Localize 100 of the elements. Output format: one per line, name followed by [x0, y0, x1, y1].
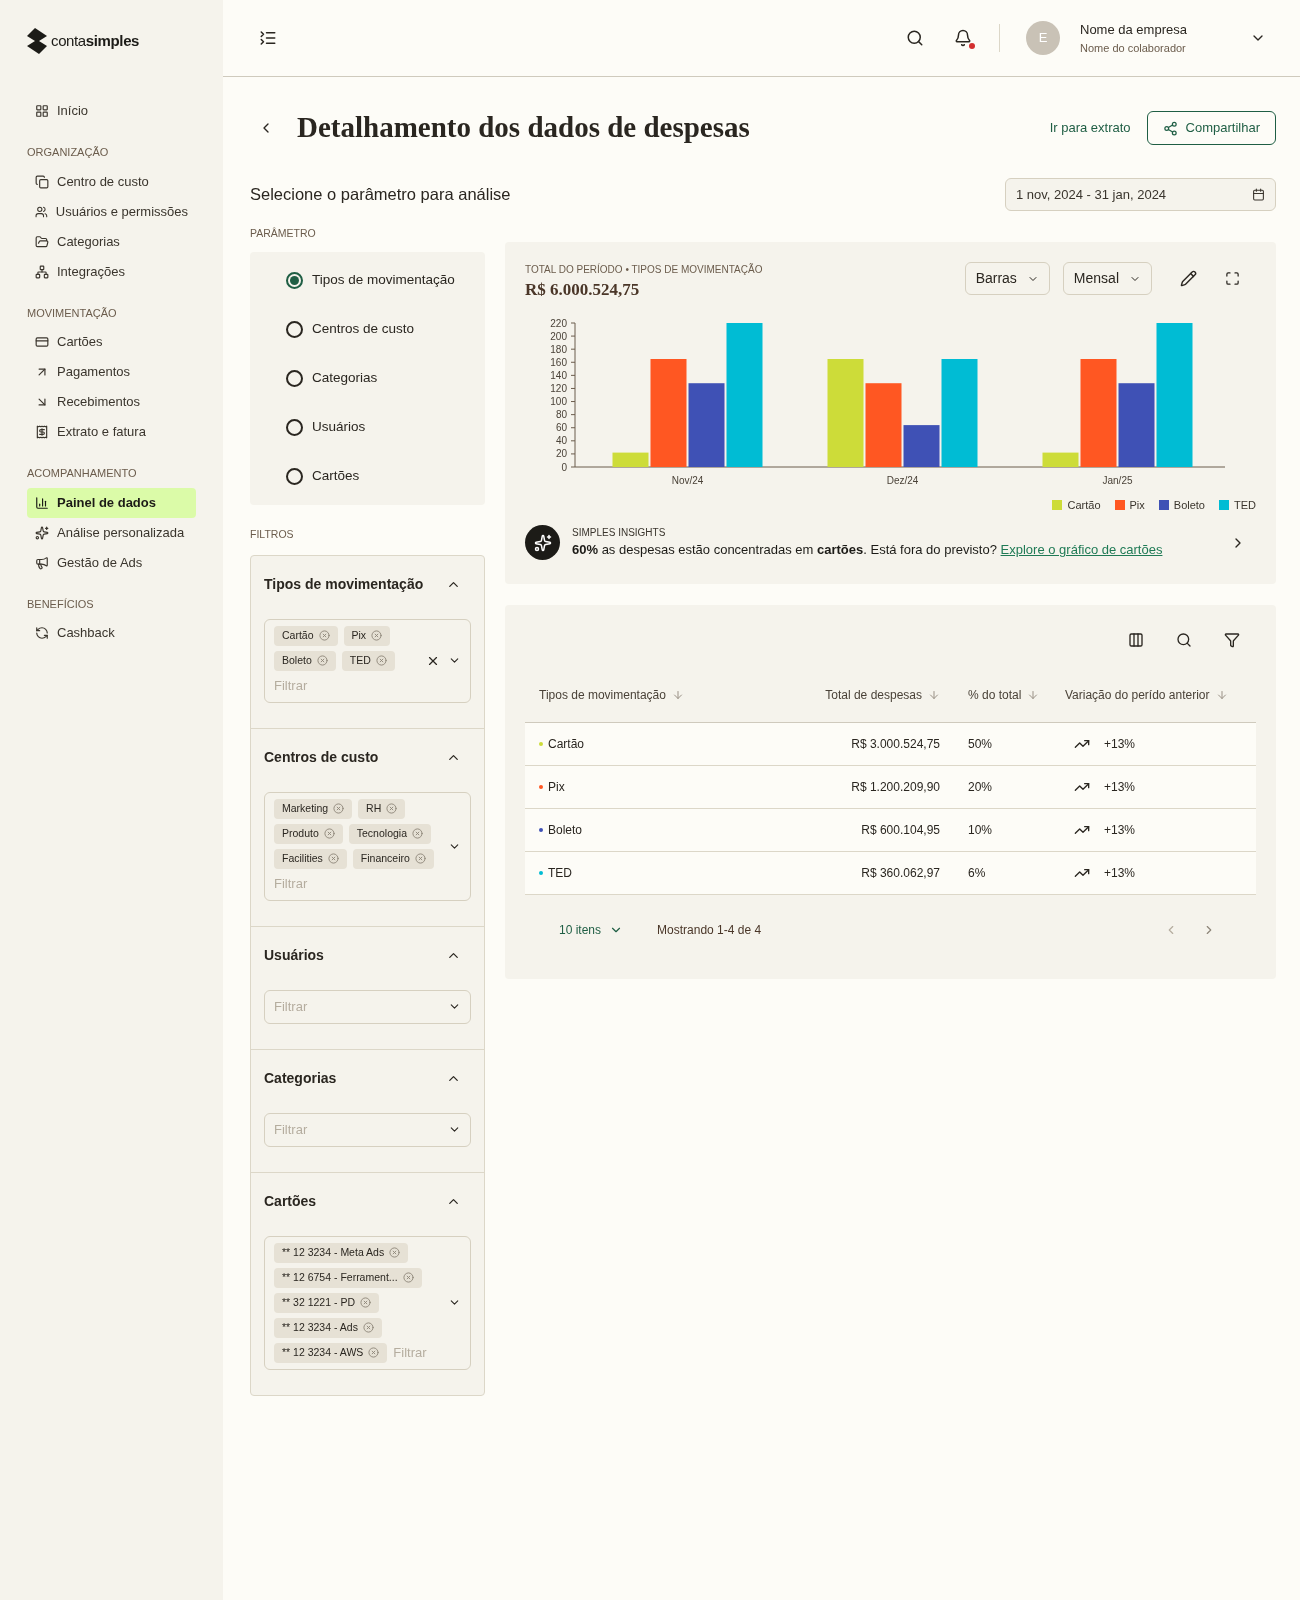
- y-tick-label: 220: [550, 317, 567, 328]
- bell-icon[interactable]: [954, 29, 972, 47]
- menu-icon[interactable]: [259, 29, 277, 47]
- filter-tag[interactable]: Boleto: [274, 650, 336, 671]
- y-tick-label: 80: [555, 408, 567, 420]
- remove-icon: [389, 1247, 401, 1258]
- radio-button[interactable]: [286, 369, 303, 387]
- radio-option[interactable]: Usuários: [286, 402, 485, 452]
- period-select[interactable]: Mensal: [1062, 262, 1152, 295]
- column-header[interactable]: Tipos de movimentação: [525, 686, 790, 704]
- users-icon: [35, 204, 48, 219]
- remove-icon: [327, 853, 339, 864]
- page-title: Detalhamento dos dados de despesas: [297, 110, 751, 146]
- filter-group-title: Cartões: [264, 1191, 317, 1211]
- remove-icon: [375, 655, 387, 666]
- filter-tag[interactable]: Pix: [343, 625, 391, 646]
- table-cell-text: R$ 1.200.209,90: [850, 779, 940, 796]
- receipt-icon: [35, 425, 49, 439]
- radio-button[interactable]: [286, 418, 303, 436]
- y-tick-label: 180: [550, 343, 567, 355]
- y-tick-label: 120: [550, 382, 567, 394]
- pagination-info: Mostrando 1-4 de 4: [657, 922, 763, 939]
- megaphone-icon: [35, 555, 49, 570]
- search-icon[interactable]: [1176, 632, 1192, 648]
- chart-caption: TOTAL DO PERÍODO • TIPOS DE MOVIMENTAÇÃO: [525, 262, 764, 277]
- y-tick-label: 0: [561, 461, 567, 472]
- sparkles-icon: [35, 525, 49, 540]
- sort-arrow-icon: [1027, 689, 1040, 701]
- radio-button[interactable]: [286, 467, 303, 485]
- column-header[interactable]: Total de despesas: [790, 686, 940, 704]
- radio-option[interactable]: Categorias: [286, 353, 485, 403]
- filter-tag[interactable]: TED: [341, 650, 395, 671]
- multi-select-field[interactable]: Cartão Pix Boleto TED Filtrar: [264, 618, 471, 703]
- filter-tag[interactable]: Facilities: [274, 848, 347, 869]
- nav-item[interactable]: Recebimentos: [27, 387, 196, 417]
- nav-item[interactable]: Cartões: [27, 327, 196, 357]
- insight-link[interactable]: Explore o gráfico de cartões: [1000, 542, 1163, 558]
- nav-item[interactable]: Extrato e fatura: [27, 417, 196, 447]
- radio-option[interactable]: Tipos de movimentação: [286, 255, 485, 305]
- legend-label: TED: [1234, 497, 1256, 513]
- remove-icon: [368, 1347, 380, 1358]
- edit-icon[interactable]: [1180, 270, 1197, 287]
- table-cell-text: 6%: [967, 865, 987, 882]
- column-header[interactable]: % do total: [940, 686, 1040, 704]
- columns-icon[interactable]: [1128, 632, 1144, 648]
- nav-item[interactable]: Pagamentos: [27, 357, 196, 387]
- section-title: ACOMPANHAMENTO: [27, 466, 138, 481]
- search-icon[interactable]: [906, 29, 924, 47]
- filter-tag[interactable]: RH: [358, 798, 406, 819]
- filter-tag[interactable]: Produto: [274, 823, 343, 844]
- multi-select-field[interactable]: ** 12 3234 - Meta Ads ** 12 6754 - Ferrament... ** 32 1221 - PD ** 12 3234 - Ads ** 12 3234 - AWS Filtrar: [264, 1235, 471, 1370]
- table-cell-text: 50%: [967, 736, 994, 753]
- filter-tag[interactable]: Tecnologia: [348, 823, 431, 844]
- filter-icon[interactable]: [1224, 632, 1240, 648]
- filter-group-title: Categorias: [264, 1068, 337, 1088]
- multi-select-field[interactable]: Marketing RH Produto Tecnologia Facilities Financeiro Filtrar: [264, 791, 471, 901]
- filter-tag[interactable]: ** 12 3234 - AWS: [274, 1342, 388, 1363]
- period-total: R$ 6.000.524,75: [525, 279, 641, 301]
- nav-item[interactable]: Integrações: [27, 256, 196, 287]
- statement-link[interactable]: Ir para extrato: [1049, 118, 1131, 138]
- radio-button[interactable]: [286, 320, 303, 338]
- y-tick-label: 60: [555, 421, 567, 433]
- radio-label: Usuários: [312, 418, 366, 437]
- x-tick-label: Dez/24: [886, 474, 919, 486]
- nav-item[interactable]: Usuários e permissões: [27, 196, 196, 227]
- page-size-select[interactable]: 10 itens: [559, 921, 624, 939]
- share-button[interactable]: Compartilhar: [1146, 111, 1276, 145]
- chart-type-select[interactable]: Barras: [964, 262, 1050, 295]
- filter-tag[interactable]: ** 12 3234 - Ads: [274, 1317, 382, 1338]
- filter-tag[interactable]: ** 32 1221 - PD: [274, 1292, 379, 1313]
- column-header[interactable]: Variação do perído anterior: [1040, 686, 1256, 704]
- filter-tag[interactable]: Financeiro: [352, 848, 434, 869]
- filter-tag[interactable]: ** 12 3234 - Meta Ads: [274, 1242, 409, 1263]
- radio-button[interactable]: [286, 271, 303, 289]
- remove-icon: [412, 828, 423, 839]
- radio-option[interactable]: Cartões: [286, 451, 485, 501]
- logo-icon: [27, 28, 47, 54]
- table-cell-text: 10%: [967, 822, 994, 839]
- nav-item[interactable]: Categorias: [27, 226, 196, 257]
- filter-tag[interactable]: Marketing: [274, 798, 353, 819]
- nav-item[interactable]: Painel de dados: [27, 487, 196, 518]
- radio-option[interactable]: Centros de custo: [286, 304, 485, 354]
- filter-tag[interactable]: ** 12 6754 - Ferrament...: [274, 1267, 422, 1288]
- nav-item[interactable]: Gestão de Ads: [27, 547, 196, 578]
- legend-label: Boleto: [1173, 497, 1205, 513]
- section-title: Selecione o parâmetro para análise: [250, 184, 511, 206]
- remove-icon: [371, 630, 383, 641]
- nav-item[interactable]: Análise personalizada: [27, 517, 196, 548]
- table-cell-text: +13%: [1104, 736, 1136, 753]
- nav-item[interactable]: Centro de custo: [27, 166, 196, 197]
- date-range-field[interactable]: 1 nov, 2024 - 31 jan, 2024: [1005, 178, 1276, 211]
- insight-text: 60% as despesas estão concentradas em cartões. Está fora do previsto?: [572, 542, 997, 558]
- remove-icon: [402, 1272, 414, 1283]
- filter-tag[interactable]: Cartão: [274, 625, 338, 646]
- nav-item[interactable]: Cashback: [27, 618, 196, 648]
- y-tick-label: 200: [550, 330, 567, 342]
- nav-item[interactable]: Início: [27, 96, 196, 126]
- table-cell-text: +13%: [1104, 865, 1136, 882]
- fullscreen-icon[interactable]: [1225, 271, 1240, 286]
- table-cell-text: Cartão: [548, 736, 585, 753]
